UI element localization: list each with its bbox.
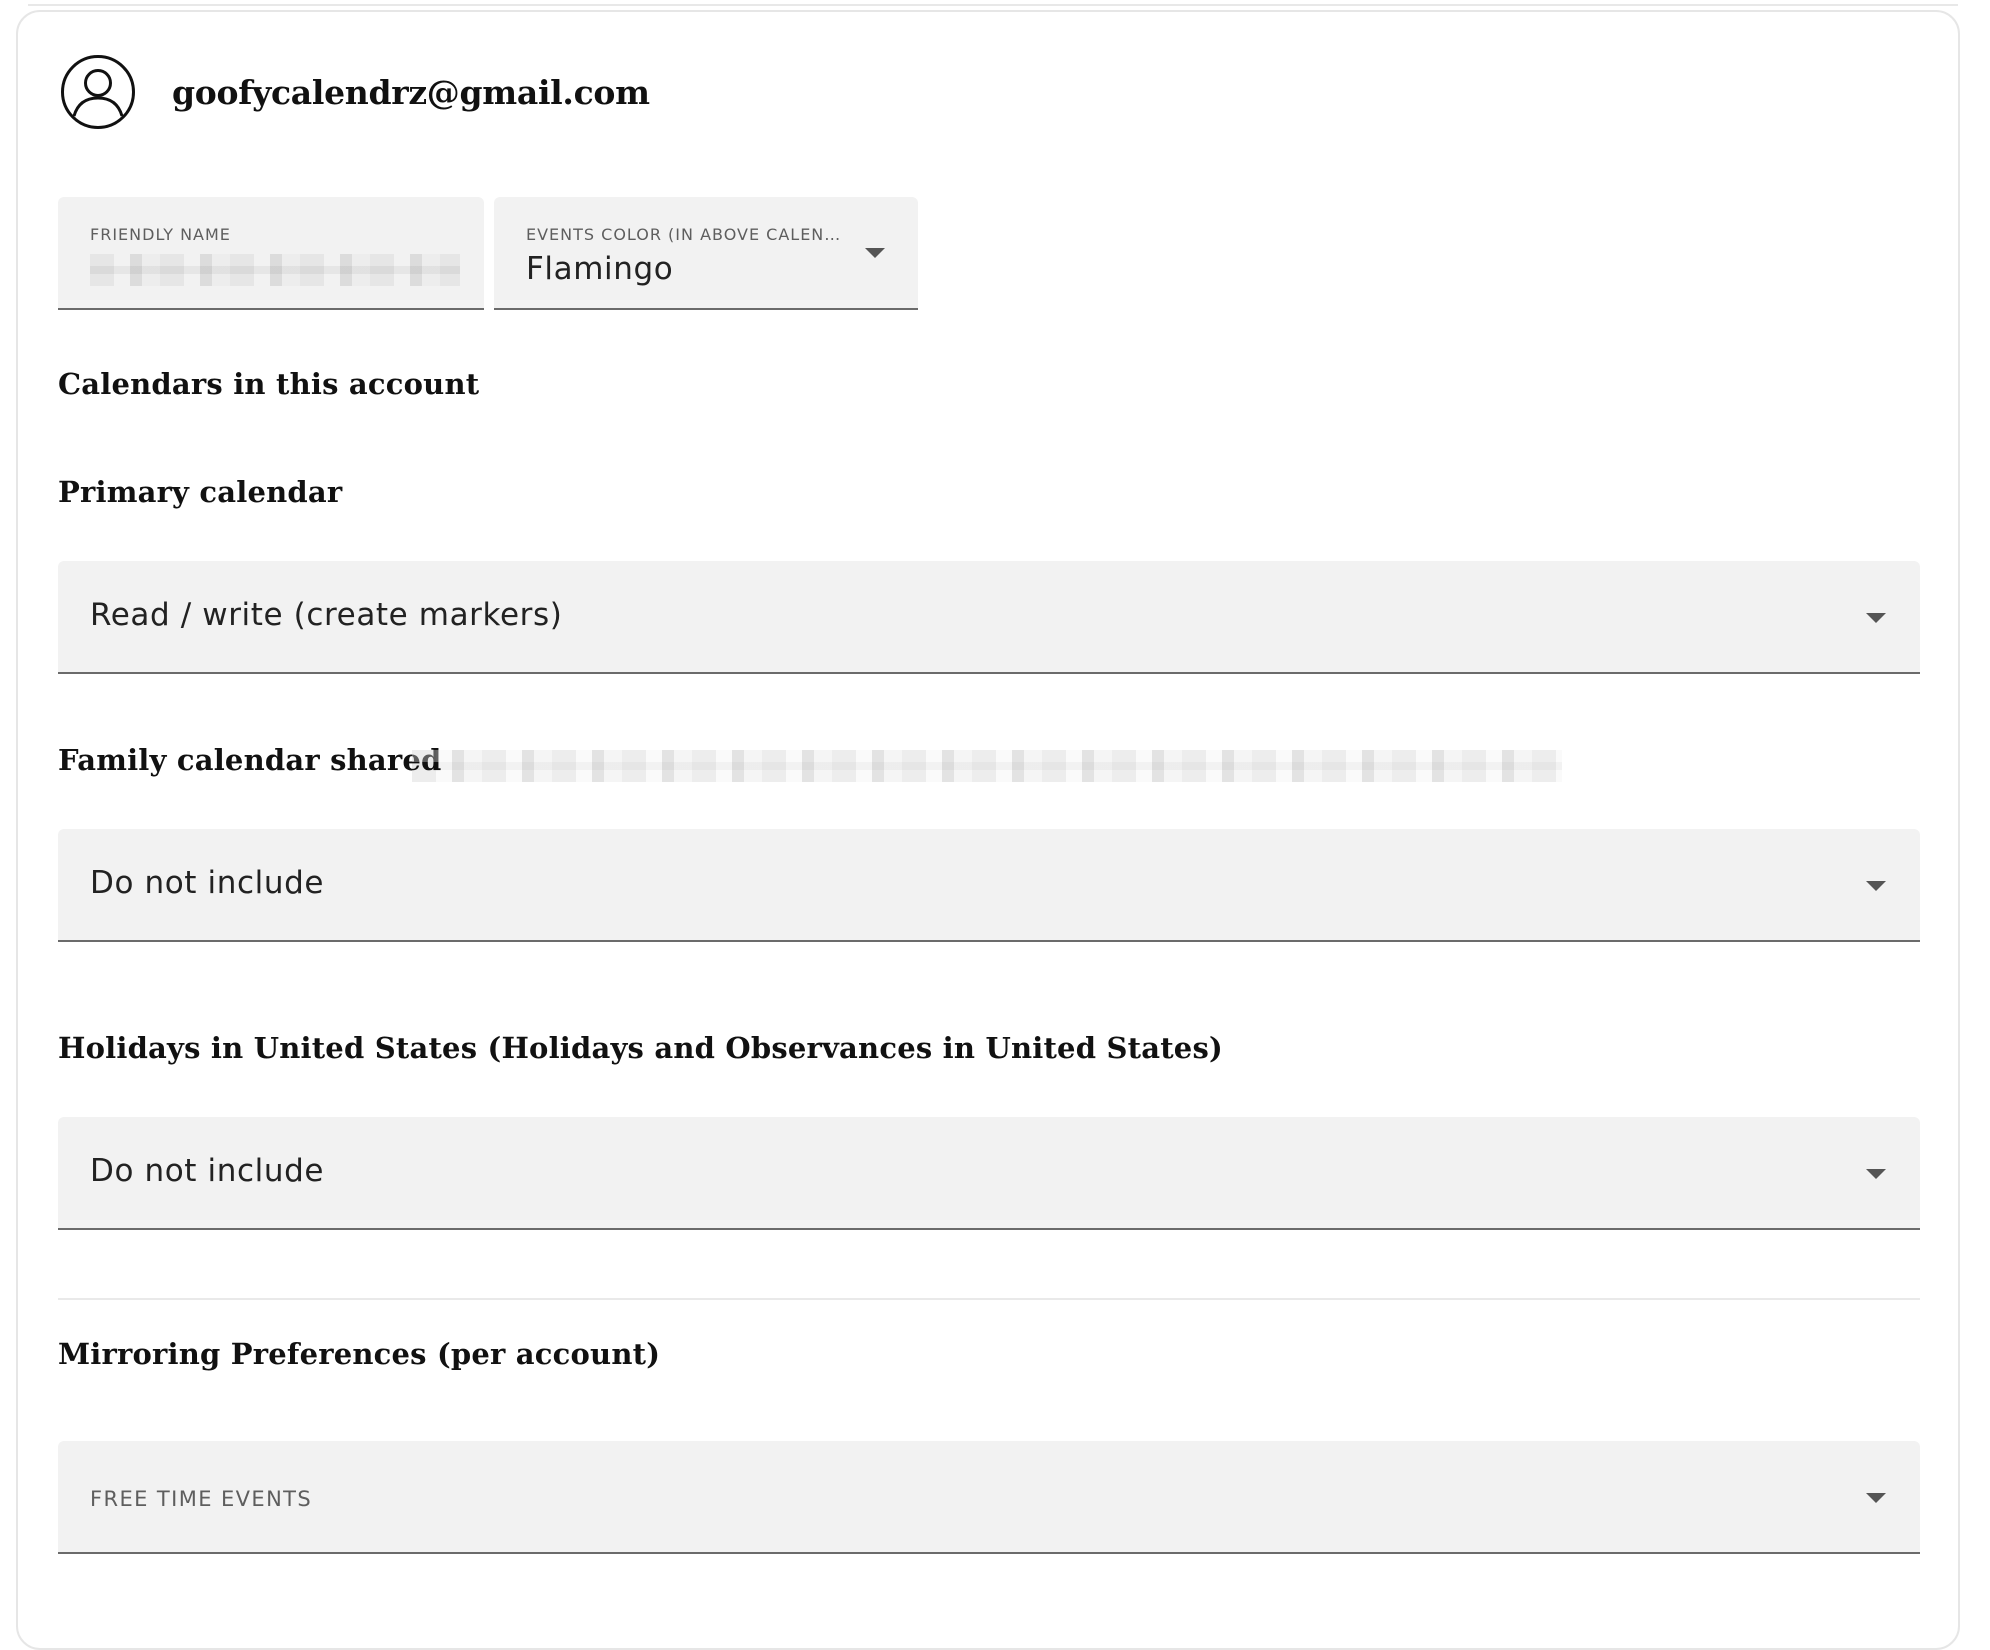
events-color-select[interactable]: EVENTS COLOR (IN ABOVE CALENDA... Flamin… xyxy=(494,197,918,310)
events-color-label: EVENTS COLOR (IN ABOVE CALENDA... xyxy=(526,225,848,244)
mirroring-preferences-title: Mirroring Preferences (per account) xyxy=(58,1337,661,1371)
friendly-name-field[interactable]: FRIENDLY NAME xyxy=(58,197,484,310)
family-calendar-owner-redacted xyxy=(412,750,1562,782)
holidays-calendar-select[interactable]: Do not include xyxy=(58,1117,1920,1230)
primary-calendar-option: Read / write (create markers) xyxy=(90,597,563,633)
chevron-down-icon xyxy=(1866,613,1886,623)
chevron-down-icon xyxy=(1866,881,1886,891)
account-circle-icon xyxy=(61,55,135,129)
family-calendar-option: Do not include xyxy=(90,865,325,901)
free-time-events-select[interactable]: FREE TIME EVENTS xyxy=(58,1441,1920,1554)
chevron-down-icon xyxy=(1866,1169,1886,1179)
calendar-name-holidays: Holidays in United States (Holidays and … xyxy=(58,1031,1223,1065)
calendars-section-title: Calendars in this account xyxy=(58,367,480,401)
account-header: goofycalendrz@gmail.com xyxy=(60,53,650,131)
section-divider xyxy=(58,1298,1920,1300)
account-email: goofycalendrz@gmail.com xyxy=(172,72,650,112)
primary-calendar-select[interactable]: Read / write (create markers) xyxy=(58,561,1920,674)
friendly-name-label: FRIENDLY NAME xyxy=(90,225,231,244)
events-color-value: Flamingo xyxy=(526,251,674,287)
family-calendar-select[interactable]: Do not include xyxy=(58,829,1920,942)
top-divider xyxy=(28,4,1958,6)
friendly-name-value-redacted xyxy=(90,254,460,286)
calendar-name-family: Family calendar shared xyxy=(58,743,442,777)
calendar-name-primary: Primary calendar xyxy=(58,475,343,509)
holidays-calendar-option: Do not include xyxy=(90,1153,325,1189)
chevron-down-icon xyxy=(865,248,885,258)
chevron-down-icon xyxy=(1866,1493,1886,1503)
free-time-events-label: FREE TIME EVENTS xyxy=(90,1487,313,1511)
